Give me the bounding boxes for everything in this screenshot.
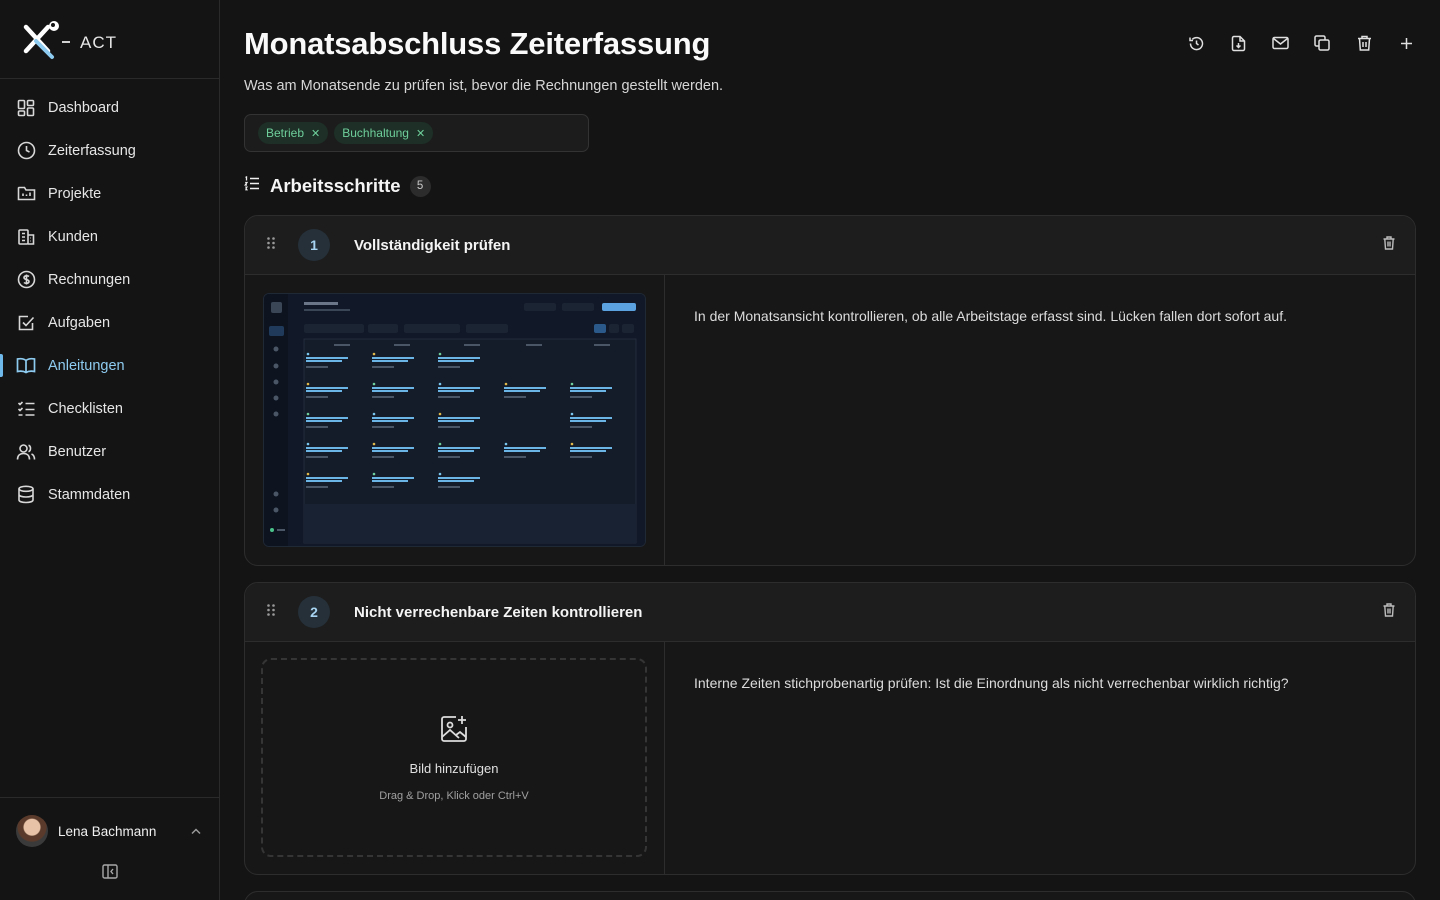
dropzone-label: Bild hinzufügen [409,760,499,776]
sidebar-item-label: Anleitungen [48,357,125,374]
tag-input[interactable]: Betrieb ✕ Buchhaltung ✕ [244,114,589,152]
section-title: Arbeitsschritte [270,175,401,196]
tag-chip: Betrieb ✕ [258,122,329,144]
list-ordered-icon [244,175,260,196]
user-name: Lena Bachmann [58,823,157,839]
sidebar-item-projekte[interactable]: Projekte [0,172,219,215]
step-description[interactable]: In der Monatsansicht kontrollieren, ob a… [665,275,1287,565]
building-icon [16,227,36,247]
avatar [16,815,48,847]
trash-icon[interactable] [1350,31,1378,55]
x-act-logo-icon: ACT [23,21,117,59]
sidebar-item-label: Checklisten [48,400,123,417]
user-menu-button[interactable]: Lena Bachmann [0,798,219,864]
page-title: Monatsabschluss Zeiterfassung [244,26,711,61]
sidebar-item-rechnungen[interactable]: Rechnungen [0,258,219,301]
mail-icon[interactable] [1266,31,1294,55]
drag-handle-icon[interactable] [267,236,279,254]
sidebar-item-aufgaben[interactable]: Aufgaben [0,301,219,344]
step-card [244,891,1416,900]
sidebar-item-checklisten[interactable]: Checklisten [0,387,219,430]
delete-step-icon[interactable] [1383,603,1395,622]
step-number: 2 [298,596,330,628]
clock-icon [16,141,36,161]
dollar-icon [16,270,36,290]
tag-label: Buchhaltung [342,126,409,140]
sidebar-item-benutzer[interactable]: Benutzer [0,430,219,473]
chevron-up-icon [191,822,201,840]
image-add-icon [439,714,469,749]
sidebar-item-zeiterfassung[interactable]: Zeiterfassung [0,129,219,172]
delete-step-icon[interactable] [1383,236,1395,255]
step-screenshot-image[interactable] [263,293,646,547]
step-title[interactable]: Vollständigkeit prüfen [354,237,510,254]
tag-remove-icon[interactable]: ✕ [311,127,320,140]
sidebar-item-label: Aufgaben [48,314,111,331]
step-header: 2 Nicht verrechenbare Zeiten kontrollier… [245,583,1415,642]
step-number: 1 [298,229,330,261]
sidebar-item-label: Dashboard [48,99,119,116]
sidebar: ACT Dashboard Zeiterfassung Projekte Kun… [0,0,220,900]
sidebar-item-stammdaten[interactable]: Stammdaten [0,473,219,516]
history-icon[interactable] [1182,31,1210,55]
sidebar-item-label: Projekte [48,185,102,202]
user-menu-area: Lena Bachmann [0,797,219,900]
sidebar-collapse-icon[interactable] [101,864,118,884]
users-icon [16,442,36,462]
sidebar-item-label: Stammdaten [48,486,131,503]
step-card: 2 Nicht verrechenbare Zeiten kontrollier… [244,582,1416,875]
sidebar-item-label: Zeiterfassung [48,142,136,159]
step-header: 1 Vollständigkeit prüfen [245,216,1415,275]
step-count-badge: 5 [409,175,431,197]
checkbox-icon [16,313,36,333]
tag-remove-icon[interactable]: ✕ [416,127,425,140]
tag-label: Betrieb [266,126,305,140]
book-icon [16,356,36,376]
step-description[interactable]: Interne Zeiten stichprobenartig prüfen: … [665,642,1289,874]
page-toolbar [1182,31,1420,55]
folder-icon [16,184,36,204]
steps-section-header: Arbeitsschritte 5 [244,175,431,197]
drag-handle-icon[interactable] [267,603,279,621]
page-subtitle: Was am Monatsende zu prüfen ist, bevor d… [244,78,724,94]
dropzone-hint: Drag & Drop, Klick oder Ctrl+V [379,789,529,802]
sidebar-nav: Dashboard Zeiterfassung Projekte Kunden … [0,79,219,516]
sidebar-item-dashboard[interactable]: Dashboard [0,86,219,129]
dashboard-icon [16,98,36,118]
download-icon[interactable] [1224,31,1252,55]
main-content: Monatsabschluss Zeiterfassung Was am Mon… [220,0,1440,900]
sidebar-item-anleitungen[interactable]: Anleitungen [0,344,219,387]
sidebar-item-label: Benutzer [48,443,107,460]
tag-chip: Buchhaltung ✕ [334,122,434,144]
sidebar-item-label: Kunden [48,228,98,245]
sidebar-item-kunden[interactable]: Kunden [0,215,219,258]
database-icon [16,485,36,505]
step-card: 1 Vollständigkeit prüfen In der Monatsan… [244,215,1416,566]
svg-text:ACT: ACT [80,33,117,52]
step-title[interactable]: Nicht verrechenbare Zeiten kontrollieren [354,604,642,621]
duplicate-icon[interactable] [1308,31,1336,55]
checklist-icon [16,399,36,419]
image-dropzone[interactable]: Bild hinzufügen Drag & Drop, Klick oder … [261,658,647,857]
plus-icon[interactable] [1392,31,1420,55]
app-logo[interactable]: ACT [0,0,219,79]
sidebar-item-label: Rechnungen [48,271,131,288]
